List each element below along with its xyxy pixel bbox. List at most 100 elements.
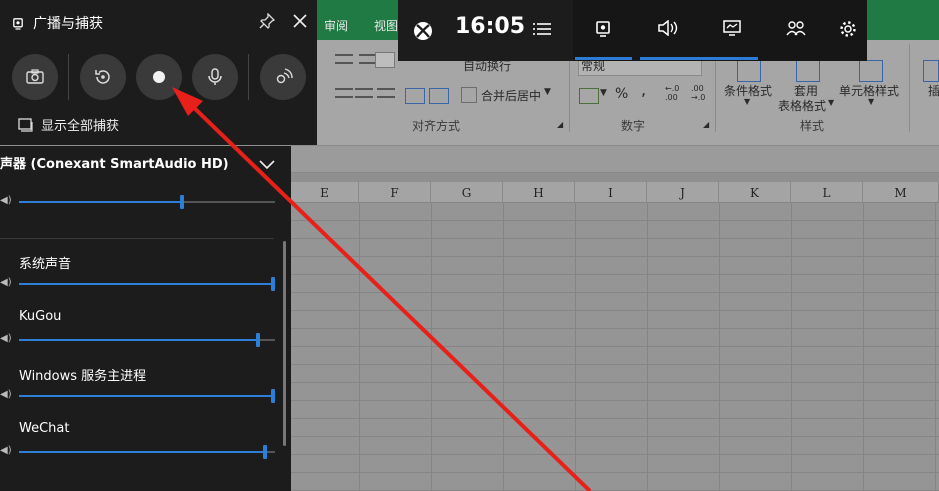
speaker-icon[interactable]: ◀) xyxy=(0,446,12,456)
decrease-indent-icon[interactable] xyxy=(405,88,425,104)
column-header[interactable]: M xyxy=(863,182,939,202)
cell-styles-dropdown-icon[interactable]: ▼ xyxy=(868,97,874,106)
column-header[interactable]: I xyxy=(575,182,647,202)
capture-active-indicator xyxy=(575,57,632,60)
align-right-icon[interactable] xyxy=(377,88,395,98)
chevron-down-icon[interactable] xyxy=(259,155,275,174)
percent-button[interactable]: % xyxy=(615,86,628,102)
master-volume-fill xyxy=(19,201,182,203)
app-name: KuGou xyxy=(19,309,62,324)
column-header[interactable]: J xyxy=(647,182,719,202)
group-alignment-label: 对齐方式 xyxy=(412,119,461,133)
app-volume-thumb[interactable] xyxy=(263,445,267,459)
audio-icon[interactable] xyxy=(657,19,679,42)
app-volume-fill xyxy=(19,395,273,397)
app-name: WeChat xyxy=(19,421,70,436)
group-number-label: 数字 xyxy=(621,119,646,133)
button-divider xyxy=(248,54,249,100)
app-volume-fill xyxy=(19,283,273,285)
merge-center-button[interactable]: 合并后居中 xyxy=(481,87,541,104)
screenshot-button[interactable] xyxy=(12,54,58,100)
align-bottom-icon[interactable] xyxy=(375,52,395,68)
increase-decimal-icon[interactable]: ←.0.00 xyxy=(665,84,679,102)
capture-widget-icon xyxy=(13,15,23,30)
number-launcher-icon[interactable]: ◢ xyxy=(703,120,709,129)
ribbon-divider xyxy=(909,44,910,132)
microphone-button[interactable] xyxy=(192,54,238,100)
currency-dropdown-icon[interactable]: ▼ xyxy=(600,88,607,98)
audio-scrollbar[interactable] xyxy=(283,241,286,446)
comma-button[interactable]: , xyxy=(641,80,646,99)
conditional-format-dropdown-icon[interactable]: ▼ xyxy=(744,97,750,106)
app-name: 系统声音 xyxy=(19,257,72,272)
formula-bar[interactable] xyxy=(291,146,939,173)
column-header[interactable]: H xyxy=(503,182,575,202)
insert-icon xyxy=(923,60,939,82)
record-last-button[interactable] xyxy=(80,54,126,100)
column-header[interactable]: L xyxy=(791,182,863,202)
increase-indent-icon[interactable] xyxy=(429,88,449,104)
column-header[interactable]: F xyxy=(359,182,431,202)
format-table-line2[interactable]: 表格格式 xyxy=(778,97,826,114)
master-volume-thumb[interactable] xyxy=(180,195,184,209)
align-center-icon[interactable] xyxy=(355,88,373,98)
column-header[interactable]: E xyxy=(291,182,359,202)
capture-widget: 广播与捕获 显示全部捕获 xyxy=(0,0,317,145)
button-divider xyxy=(68,54,69,100)
group-styles-label: 样式 xyxy=(800,119,825,133)
app-volume-thumb[interactable] xyxy=(271,277,275,291)
format-table-dropdown-icon[interactable]: ▼ xyxy=(828,98,834,107)
merge-dropdown-icon[interactable]: ▼ xyxy=(544,87,551,97)
app-volume-thumb[interactable] xyxy=(271,389,275,403)
broadcast-button[interactable] xyxy=(260,54,306,100)
pin-icon[interactable] xyxy=(259,12,276,33)
gamebar-home: 16:05 xyxy=(398,0,867,61)
output-device-select[interactable]: 声器 (Conexant SmartAudio HD) xyxy=(0,153,229,172)
social-icon[interactable] xyxy=(785,20,807,42)
gallery-icon[interactable] xyxy=(18,117,33,136)
speaker-icon[interactable]: ◀) xyxy=(0,196,12,206)
column-headers: E F G H I J K L M xyxy=(291,182,939,203)
show-all-captures-link[interactable]: 显示全部捕获 xyxy=(41,115,119,134)
camera-icon xyxy=(26,69,44,84)
speaker-icon[interactable]: ◀) xyxy=(0,390,12,400)
decrease-decimal-icon[interactable]: .00 →.0 xyxy=(691,84,705,102)
start-recording-button[interactable] xyxy=(136,54,182,100)
microphone-icon xyxy=(208,68,222,85)
column-header[interactable]: G xyxy=(431,182,503,202)
broadcast-icon xyxy=(276,68,293,84)
insert-button[interactable]: 插 xyxy=(928,82,939,99)
format-table-icon xyxy=(796,60,820,82)
app-volume-fill xyxy=(19,339,258,341)
worksheet-grid[interactable] xyxy=(291,202,939,491)
menu-icon[interactable] xyxy=(531,20,553,42)
widget-bar xyxy=(573,0,867,61)
capture-title: 广播与捕获 xyxy=(33,16,103,32)
cell-styles-icon xyxy=(859,60,883,82)
app-volume-thumb[interactable] xyxy=(256,333,260,347)
settings-icon[interactable] xyxy=(837,20,859,42)
capture-widget-icon[interactable] xyxy=(592,20,614,42)
audio-active-indicator xyxy=(640,57,758,60)
speaker-icon[interactable]: ◀) xyxy=(0,334,12,344)
merge-center-icon xyxy=(461,87,477,103)
close-icon[interactable] xyxy=(292,13,308,33)
clock: 16:05 xyxy=(455,14,526,39)
tab-view[interactable]: 视图 xyxy=(374,17,398,34)
performance-icon[interactable] xyxy=(721,20,743,42)
app-volume-fill xyxy=(19,451,267,453)
xbox-icon[interactable] xyxy=(412,20,434,42)
audio-widget: 声器 (Conexant SmartAudio HD) ◀) 系统声音 ◀) K… xyxy=(0,146,291,491)
tab-review[interactable]: 审阅 xyxy=(324,17,348,34)
align-left-icon[interactable] xyxy=(335,88,353,98)
replay-icon xyxy=(95,70,110,84)
audio-divider xyxy=(0,238,274,239)
alignment-launcher-icon[interactable]: ◢ xyxy=(557,120,563,129)
currency-icon[interactable] xyxy=(579,88,599,104)
conditional-format-icon xyxy=(737,60,761,82)
speaker-icon[interactable]: ◀) xyxy=(0,278,12,288)
record-icon xyxy=(153,71,165,83)
column-header[interactable]: K xyxy=(719,182,791,202)
align-top-icon[interactable] xyxy=(335,54,353,64)
app-name: Windows 服务主进程 xyxy=(19,369,147,384)
